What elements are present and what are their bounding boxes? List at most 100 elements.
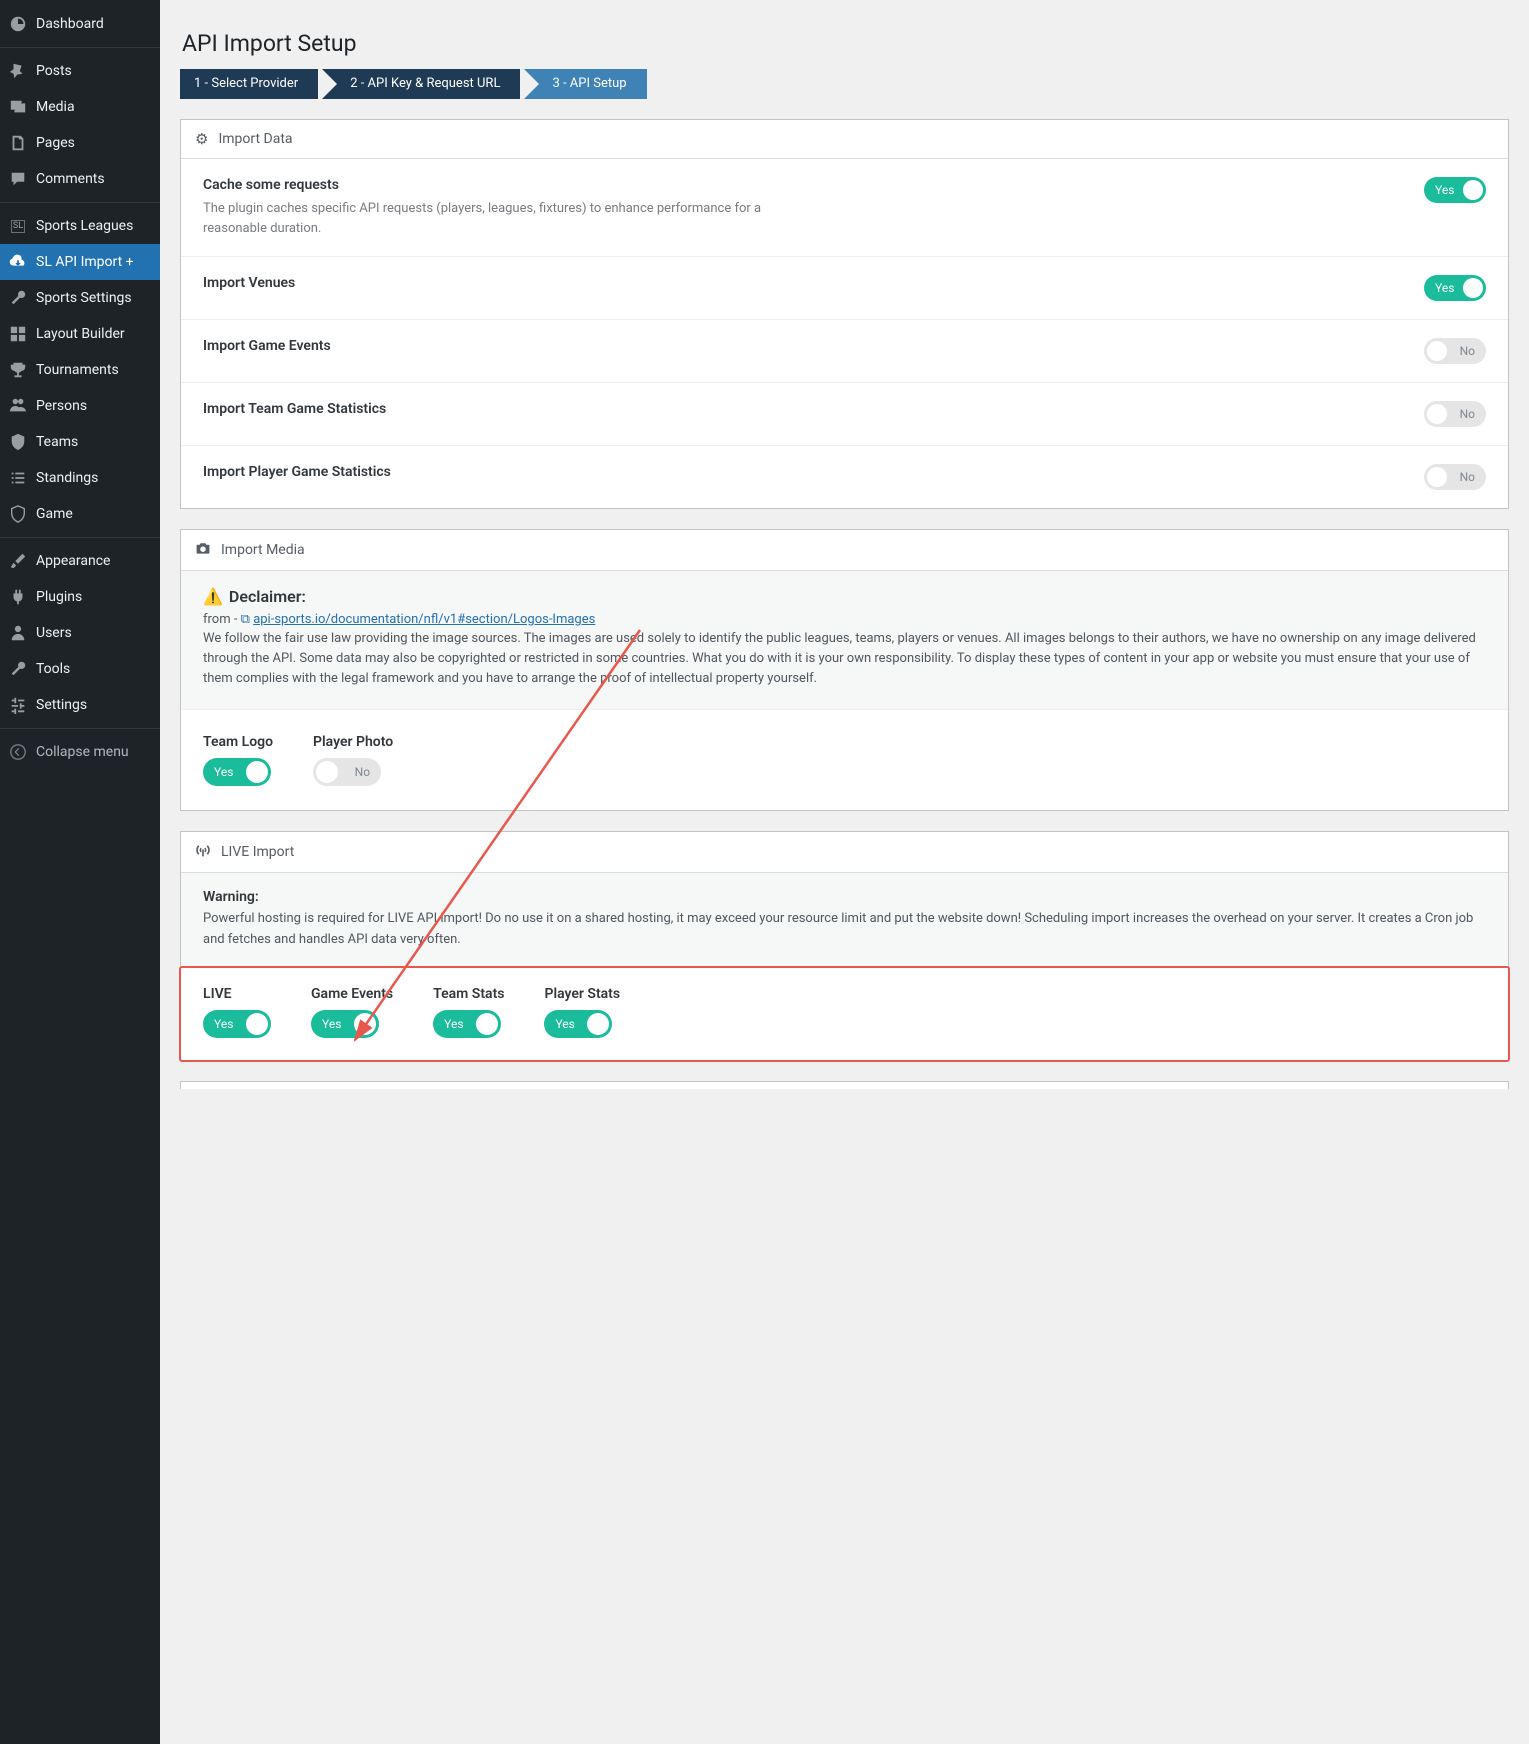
sidebar-item-users[interactable]: Users [0, 615, 160, 651]
sidebar-item-dashboard[interactable]: Dashboard [0, 6, 160, 42]
main-content: API Import Setup 1 - Select Provider 2 -… [160, 0, 1529, 1744]
panel-title: LIVE Import [221, 844, 294, 860]
sidebar-label: Plugins [36, 589, 82, 605]
panel-header: ⚙ Import Data [181, 120, 1508, 159]
toggle-label: No [1460, 344, 1475, 358]
sidebar-item-media[interactable]: Media [0, 89, 160, 125]
sidebar-item-layout-builder[interactable]: Layout Builder [0, 316, 160, 352]
media-toggles: Team Logo Yes Player Photo No [181, 710, 1508, 810]
sidebar-label: Persons [36, 398, 87, 414]
sidebar-item-posts[interactable]: Posts [0, 53, 160, 89]
user-icon [8, 623, 28, 643]
step-label: 1 - Select Provider [194, 76, 298, 91]
sidebar-label: Tools [36, 661, 70, 677]
sidebar-item-tournaments[interactable]: Tournaments [0, 352, 160, 388]
setting-title: Import Team Game Statistics [203, 401, 386, 417]
toggle-value: Yes [444, 1017, 463, 1031]
live-toggle-item: Player Stats Yes [544, 986, 620, 1038]
toggle-label: Player Stats [544, 986, 620, 1002]
sidebar-item-standings[interactable]: Standings [0, 460, 160, 496]
sidebar-item-sports-settings[interactable]: Sports Settings [0, 280, 160, 316]
live-toggle-item: Team Stats Yes [433, 986, 504, 1038]
setting-title: Import Venues [203, 275, 295, 291]
step-2[interactable]: 2 - API Key & Request URL [322, 69, 520, 99]
toggle-player-stats[interactable]: No [1424, 464, 1486, 490]
setting-title: Cache some requests [203, 177, 823, 193]
toggle-value: Yes [322, 1017, 341, 1031]
toggle-live-events[interactable]: Yes [311, 1010, 379, 1038]
sidebar-label: Sports Leagues [36, 218, 133, 234]
sidebar-label: Layout Builder [36, 326, 125, 342]
toggle-events[interactable]: No [1424, 338, 1486, 364]
live-toggle-item: Game Events Yes [311, 986, 393, 1038]
camera-icon [195, 540, 211, 560]
sidebar-item-appearance[interactable]: Appearance [0, 543, 160, 579]
disclaimer-title-text: Declaimer: [229, 587, 306, 606]
sidebar-item-teams[interactable]: Teams [0, 424, 160, 460]
plug-icon [8, 587, 28, 607]
sidebar-item-comments[interactable]: Comments [0, 161, 160, 197]
sidebar-item-persons[interactable]: Persons [0, 388, 160, 424]
setting-title: Import Game Events [203, 338, 331, 354]
collapse-icon [8, 742, 28, 762]
sidebar-label: Collapse menu [36, 744, 129, 760]
sidebar-label: Sports Settings [36, 290, 132, 306]
wrench-icon [8, 659, 28, 679]
toggle-cache[interactable]: Yes [1424, 177, 1486, 203]
sidebar-label: Media [36, 99, 75, 115]
step-label: 2 - API Key & Request URL [350, 76, 500, 91]
toggle-live[interactable]: Yes [203, 1010, 271, 1038]
sidebar-item-game[interactable]: Game [0, 496, 160, 532]
live-toggles-highlight: LIVE Yes Game Events Yes Team Stats Yes … [179, 966, 1510, 1062]
shield-icon [8, 504, 28, 524]
live-toggle-item: LIVE Yes [203, 986, 271, 1038]
sl-icon: SL [8, 216, 28, 236]
pin-icon [8, 61, 28, 81]
sidebar-item-sports-leagues[interactable]: SL Sports Leagues [0, 208, 160, 244]
toggle-team-stats[interactable]: No [1424, 401, 1486, 427]
gear-icon: ⚙ [195, 130, 208, 148]
sidebar-item-tools[interactable]: Tools [0, 651, 160, 687]
pages-icon [8, 133, 28, 153]
toggle-label: Team Logo [203, 734, 273, 750]
disclaimer-box: ⚠️ Declaimer: from - ⧉ api-sports.io/doc… [181, 571, 1508, 710]
toggle-live-team-stats[interactable]: Yes [433, 1010, 501, 1038]
setting-team-stats: Import Team Game Statistics No [181, 383, 1508, 446]
setting-player-stats: Import Player Game Statistics No [181, 446, 1508, 508]
sidebar-item-plugins[interactable]: Plugins [0, 579, 160, 615]
toggle-value: Yes [214, 765, 233, 779]
media-toggle-team-logo: Team Logo Yes [203, 734, 273, 786]
next-panel-stub [180, 1081, 1509, 1089]
toggle-label: Team Stats [433, 986, 504, 1002]
layout-icon [8, 324, 28, 344]
step-3[interactable]: 3 - API Setup [524, 69, 646, 99]
toggle-venues[interactable]: Yes [1424, 275, 1486, 301]
panel-header: LIVE Import [181, 832, 1508, 873]
setting-cache: Cache some requests The plugin caches sp… [181, 159, 1508, 257]
toggle-label: No [1460, 407, 1475, 421]
sidebar-item-pages[interactable]: Pages [0, 125, 160, 161]
sidebar-item-collapse[interactable]: Collapse menu [0, 734, 160, 770]
sidebar-item-settings[interactable]: Settings [0, 687, 160, 723]
sidebar-label: Pages [36, 135, 75, 151]
wrench-icon [8, 288, 28, 308]
media-icon [8, 97, 28, 117]
sidebar-label: Standings [36, 470, 98, 486]
sidebar-label: Tournaments [36, 362, 119, 378]
toggle-live-player-stats[interactable]: Yes [544, 1010, 612, 1038]
import-media-panel: Import Media ⚠️ Declaimer: from - ⧉ api-… [180, 529, 1509, 811]
live-toggles: LIVE Yes Game Events Yes Team Stats Yes … [181, 968, 1508, 1060]
toggle-player-photo[interactable]: No [313, 758, 381, 786]
toggle-team-logo[interactable]: Yes [203, 758, 271, 786]
panel-header: Import Media [181, 530, 1508, 571]
setting-title: Import Player Game Statistics [203, 464, 391, 480]
sidebar-item-sl-api-import[interactable]: SL API Import + [0, 244, 160, 280]
step-1[interactable]: 1 - Select Provider [180, 69, 318, 99]
toggle-value: Yes [555, 1017, 574, 1031]
toggle-label: No [1460, 470, 1475, 484]
toggle-label: LIVE [203, 986, 271, 1002]
sidebar-label: Appearance [36, 553, 110, 569]
disclaimer-link[interactable]: api-sports.io/documentation/nfl/v1#secti… [253, 612, 595, 627]
from-label: from - [203, 612, 241, 627]
import-data-panel: ⚙ Import Data Cache some requests The pl… [180, 119, 1509, 509]
